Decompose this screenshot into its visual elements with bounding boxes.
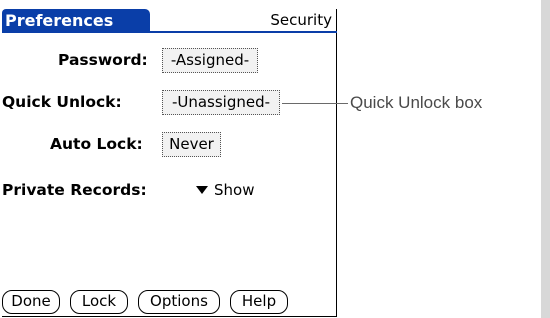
quick-unlock-label: Quick Unlock: [2, 93, 122, 111]
callout-leader-line [282, 103, 348, 104]
done-button[interactable]: Done [2, 290, 60, 314]
options-button[interactable]: Options [138, 290, 220, 314]
private-records-popup[interactable]: Show [196, 179, 254, 201]
category-selector[interactable]: Security [270, 10, 332, 30]
app-title: Preferences [2, 9, 150, 33]
private-records-label: Private Records: [2, 181, 147, 199]
callout-label: Quick Unlock box [350, 93, 483, 112]
page-edge-strip [541, 0, 550, 318]
private-records-value: Show [214, 181, 255, 199]
password-label: Password: [58, 51, 148, 69]
dropdown-arrow-icon [196, 185, 208, 194]
auto-lock-label: Auto Lock: [50, 135, 143, 153]
auto-lock-selector[interactable]: Never [162, 132, 221, 157]
help-button[interactable]: Help [230, 290, 288, 314]
palm-security-screen: Preferences Security Password: -Assigned… [2, 9, 337, 317]
lock-button[interactable]: Lock [70, 290, 128, 314]
quick-unlock-selector[interactable]: -Unassigned- [162, 90, 280, 115]
password-selector[interactable]: -Assigned- [162, 48, 258, 73]
screenshot-canvas: Preferences Security Password: -Assigned… [0, 0, 550, 318]
